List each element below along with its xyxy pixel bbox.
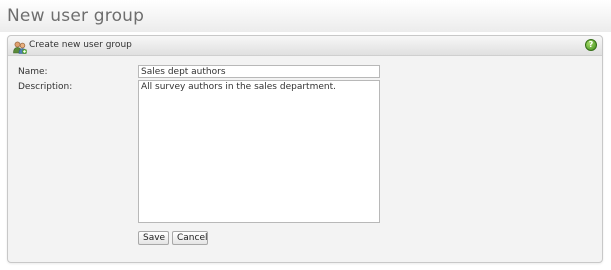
cancel-button[interactable]: Cancel (172, 231, 208, 245)
help-icon[interactable]: ? (585, 39, 597, 51)
page-header: New user group (0, 0, 611, 32)
description-label: Description: (18, 82, 73, 92)
description-textarea[interactable]: All survey authors in the sales departme… (138, 80, 380, 223)
panel-header: Create new user group ? (8, 36, 602, 56)
page-title: New user group (7, 6, 145, 26)
create-group-panel: Create new user group ? Name: Descriptio… (7, 35, 603, 263)
users-icon (13, 39, 27, 54)
panel-title: Create new user group (29, 40, 132, 50)
save-button[interactable]: Save (138, 231, 169, 245)
name-input[interactable] (138, 65, 380, 78)
name-label: Name: (18, 67, 48, 77)
